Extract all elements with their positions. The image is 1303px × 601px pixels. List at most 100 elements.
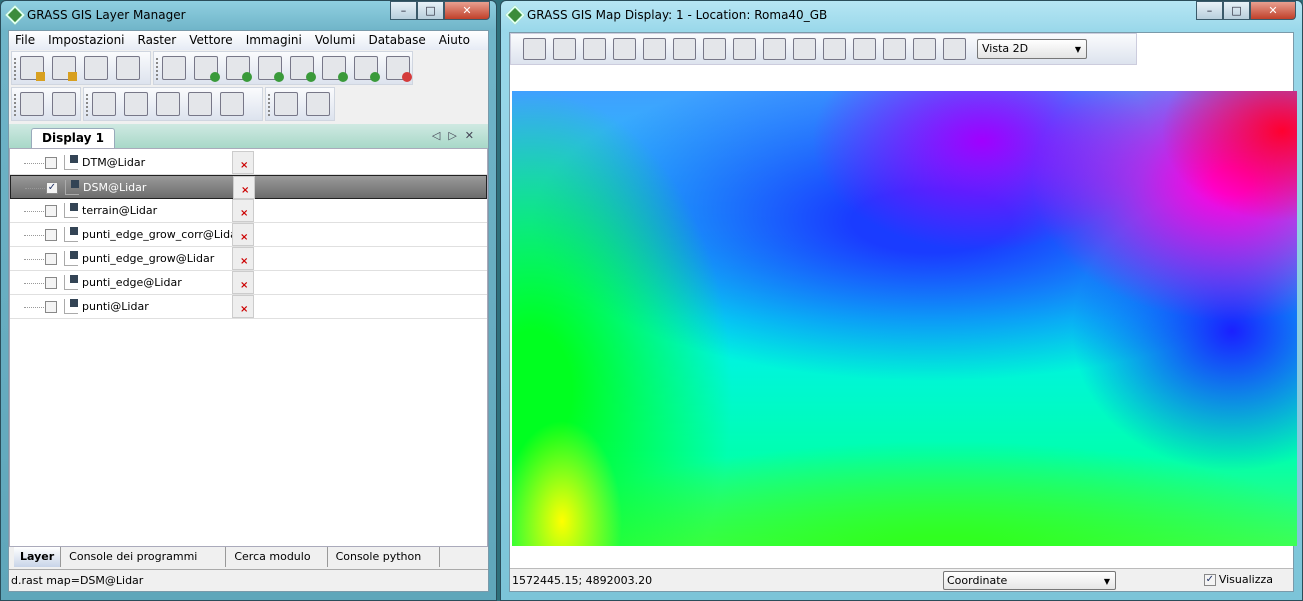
tab-console[interactable]: Console dei programmi bbox=[61, 547, 227, 567]
menu-volumi[interactable]: Volumi bbox=[315, 31, 356, 50]
add-raster-misc-icon[interactable] bbox=[226, 56, 252, 82]
menu-aiuto[interactable]: Aiuto bbox=[439, 31, 470, 50]
coordinates-readout: 1572445.15; 4892003.20 bbox=[512, 574, 653, 587]
layer-row[interactable]: terrain@Lidar bbox=[10, 199, 487, 223]
layer-checkbox[interactable] bbox=[45, 301, 57, 313]
tab-layer[interactable]: Layer bbox=[14, 547, 62, 567]
display-map-icon[interactable] bbox=[523, 38, 546, 60]
layer-checkbox[interactable] bbox=[45, 253, 57, 265]
save-image-icon[interactable] bbox=[913, 38, 936, 60]
import-layer-icon[interactable] bbox=[162, 56, 186, 80]
pointer-icon[interactable] bbox=[613, 38, 636, 60]
view-mode-select[interactable]: Vista 2D bbox=[977, 39, 1087, 59]
minimize-button[interactable]: – bbox=[390, 1, 417, 20]
tree-connector bbox=[24, 307, 44, 308]
layer-tree: DTM@Lidar ✓ DSM@Lidar terrain@Lidar punti_ed… bbox=[9, 148, 488, 547]
tab-prev-button[interactable]: ◁ bbox=[432, 129, 448, 142]
layer-options-button[interactable] bbox=[232, 151, 254, 174]
add-command-layer-icon[interactable] bbox=[322, 56, 348, 82]
layer-row[interactable]: punti@Lidar bbox=[10, 295, 487, 319]
tree-connector bbox=[24, 259, 44, 260]
layer-row[interactable]: ✓ DSM@Lidar bbox=[10, 175, 487, 199]
layer-checkbox[interactable] bbox=[45, 277, 57, 289]
open-workspace-icon[interactable] bbox=[84, 56, 108, 80]
overlay-icon[interactable] bbox=[883, 38, 906, 60]
edit-vector-icon[interactable] bbox=[20, 92, 44, 116]
menu-database[interactable]: Database bbox=[368, 31, 425, 50]
layer-row[interactable]: punti_edge_grow_corr@Lidar bbox=[10, 223, 487, 247]
layer-checkbox[interactable] bbox=[45, 205, 57, 217]
layer-row[interactable]: punti_edge@Lidar bbox=[10, 271, 487, 295]
analyze-icon[interactable] bbox=[853, 38, 876, 60]
menu-bar: File Impostazioni Raster Vettore Immagin… bbox=[9, 31, 488, 50]
map-swipe-icon[interactable] bbox=[188, 92, 212, 116]
window-title: GRASS GIS Map Display: 1 - Location: Rom… bbox=[527, 8, 828, 22]
erase-icon[interactable] bbox=[583, 38, 606, 60]
tree-connector bbox=[24, 211, 44, 212]
layer-name: punti@Lidar bbox=[82, 300, 149, 313]
tab-close-button[interactable]: ✕ bbox=[465, 129, 482, 142]
graphical-modeler-icon[interactable] bbox=[124, 92, 148, 116]
save-workspace-icon[interactable] bbox=[116, 56, 140, 80]
new-display-icon[interactable] bbox=[20, 56, 45, 81]
mapcalc-icon[interactable] bbox=[92, 92, 116, 116]
vector-layer-icon bbox=[64, 275, 78, 290]
menu-immagini[interactable]: Immagini bbox=[246, 31, 302, 50]
zoom-in-icon[interactable] bbox=[703, 38, 726, 60]
close-button[interactable]: ✕ bbox=[444, 1, 490, 20]
layer-options-button[interactable] bbox=[232, 247, 254, 270]
tab-python-console[interactable]: Console python bbox=[328, 547, 441, 567]
maximize-button[interactable]: □ bbox=[1223, 1, 1250, 20]
settings-icon[interactable] bbox=[274, 92, 298, 116]
layer-options-button[interactable] bbox=[232, 223, 254, 246]
render-checkbox[interactable]: ✓ bbox=[1203, 573, 1216, 586]
layer-checkbox[interactable]: ✓ bbox=[46, 182, 58, 194]
minimize-button[interactable]: – bbox=[1196, 1, 1223, 20]
tab-search-module[interactable]: Cerca modulo bbox=[226, 547, 328, 567]
vector-layer-icon bbox=[64, 251, 78, 266]
layer-checkbox[interactable] bbox=[45, 229, 57, 241]
menu-vettore[interactable]: Vettore bbox=[189, 31, 232, 50]
menu-file[interactable]: File bbox=[15, 31, 35, 50]
zoom-extent-icon[interactable] bbox=[763, 38, 786, 60]
layer-options-button[interactable] bbox=[232, 199, 254, 222]
layer-checkbox[interactable] bbox=[45, 157, 57, 169]
add-group-icon[interactable] bbox=[354, 56, 380, 82]
add-raster-icon[interactable] bbox=[194, 56, 220, 82]
new-workspace-icon[interactable] bbox=[52, 56, 77, 81]
layer-options-button[interactable] bbox=[232, 271, 254, 294]
raster-layer-icon bbox=[65, 180, 79, 195]
layer-name: punti_edge_grow@Lidar bbox=[82, 252, 215, 265]
query-icon[interactable] bbox=[643, 38, 666, 60]
layer-row[interactable]: punti_edge_grow@Lidar bbox=[10, 247, 487, 271]
zoom-menu-icon[interactable] bbox=[823, 38, 846, 60]
add-vector-icon[interactable] bbox=[258, 56, 284, 82]
zoom-out-icon[interactable] bbox=[733, 38, 756, 60]
status-mode-select[interactable]: Coordinate bbox=[943, 571, 1116, 590]
cartographic-composer-icon[interactable] bbox=[220, 92, 244, 116]
remove-layer-icon[interactable] bbox=[386, 56, 412, 82]
zoom-back-icon[interactable] bbox=[793, 38, 816, 60]
status-bar: d.rast map=DSM@Lidar bbox=[9, 569, 488, 591]
add-vector-misc-icon[interactable] bbox=[290, 56, 316, 82]
tree-connector bbox=[24, 283, 44, 284]
attribute-table-icon[interactable] bbox=[52, 92, 76, 116]
maximize-button[interactable]: □ bbox=[417, 1, 444, 20]
georectifier-icon[interactable] bbox=[156, 92, 180, 116]
render-map-icon[interactable] bbox=[553, 38, 576, 60]
tab-next-button[interactable]: ▷ bbox=[448, 129, 464, 142]
layer-options-button[interactable] bbox=[233, 176, 255, 199]
print-icon[interactable] bbox=[943, 38, 966, 60]
layer-name: DTM@Lidar bbox=[82, 156, 146, 169]
tab-display-1[interactable]: Display 1 bbox=[31, 128, 115, 148]
layer-options-button[interactable] bbox=[232, 295, 254, 318]
menu-impostazioni[interactable]: Impostazioni bbox=[48, 31, 124, 50]
vector-layer-icon bbox=[64, 203, 78, 218]
layer-row[interactable]: DTM@Lidar bbox=[10, 151, 487, 175]
help-icon[interactable] bbox=[306, 92, 330, 116]
pan-icon[interactable] bbox=[673, 38, 696, 60]
map-canvas[interactable] bbox=[512, 91, 1297, 546]
close-button[interactable]: ✕ bbox=[1250, 1, 1296, 20]
layer-name: punti_edge@Lidar bbox=[82, 276, 182, 289]
menu-raster[interactable]: Raster bbox=[138, 31, 177, 50]
